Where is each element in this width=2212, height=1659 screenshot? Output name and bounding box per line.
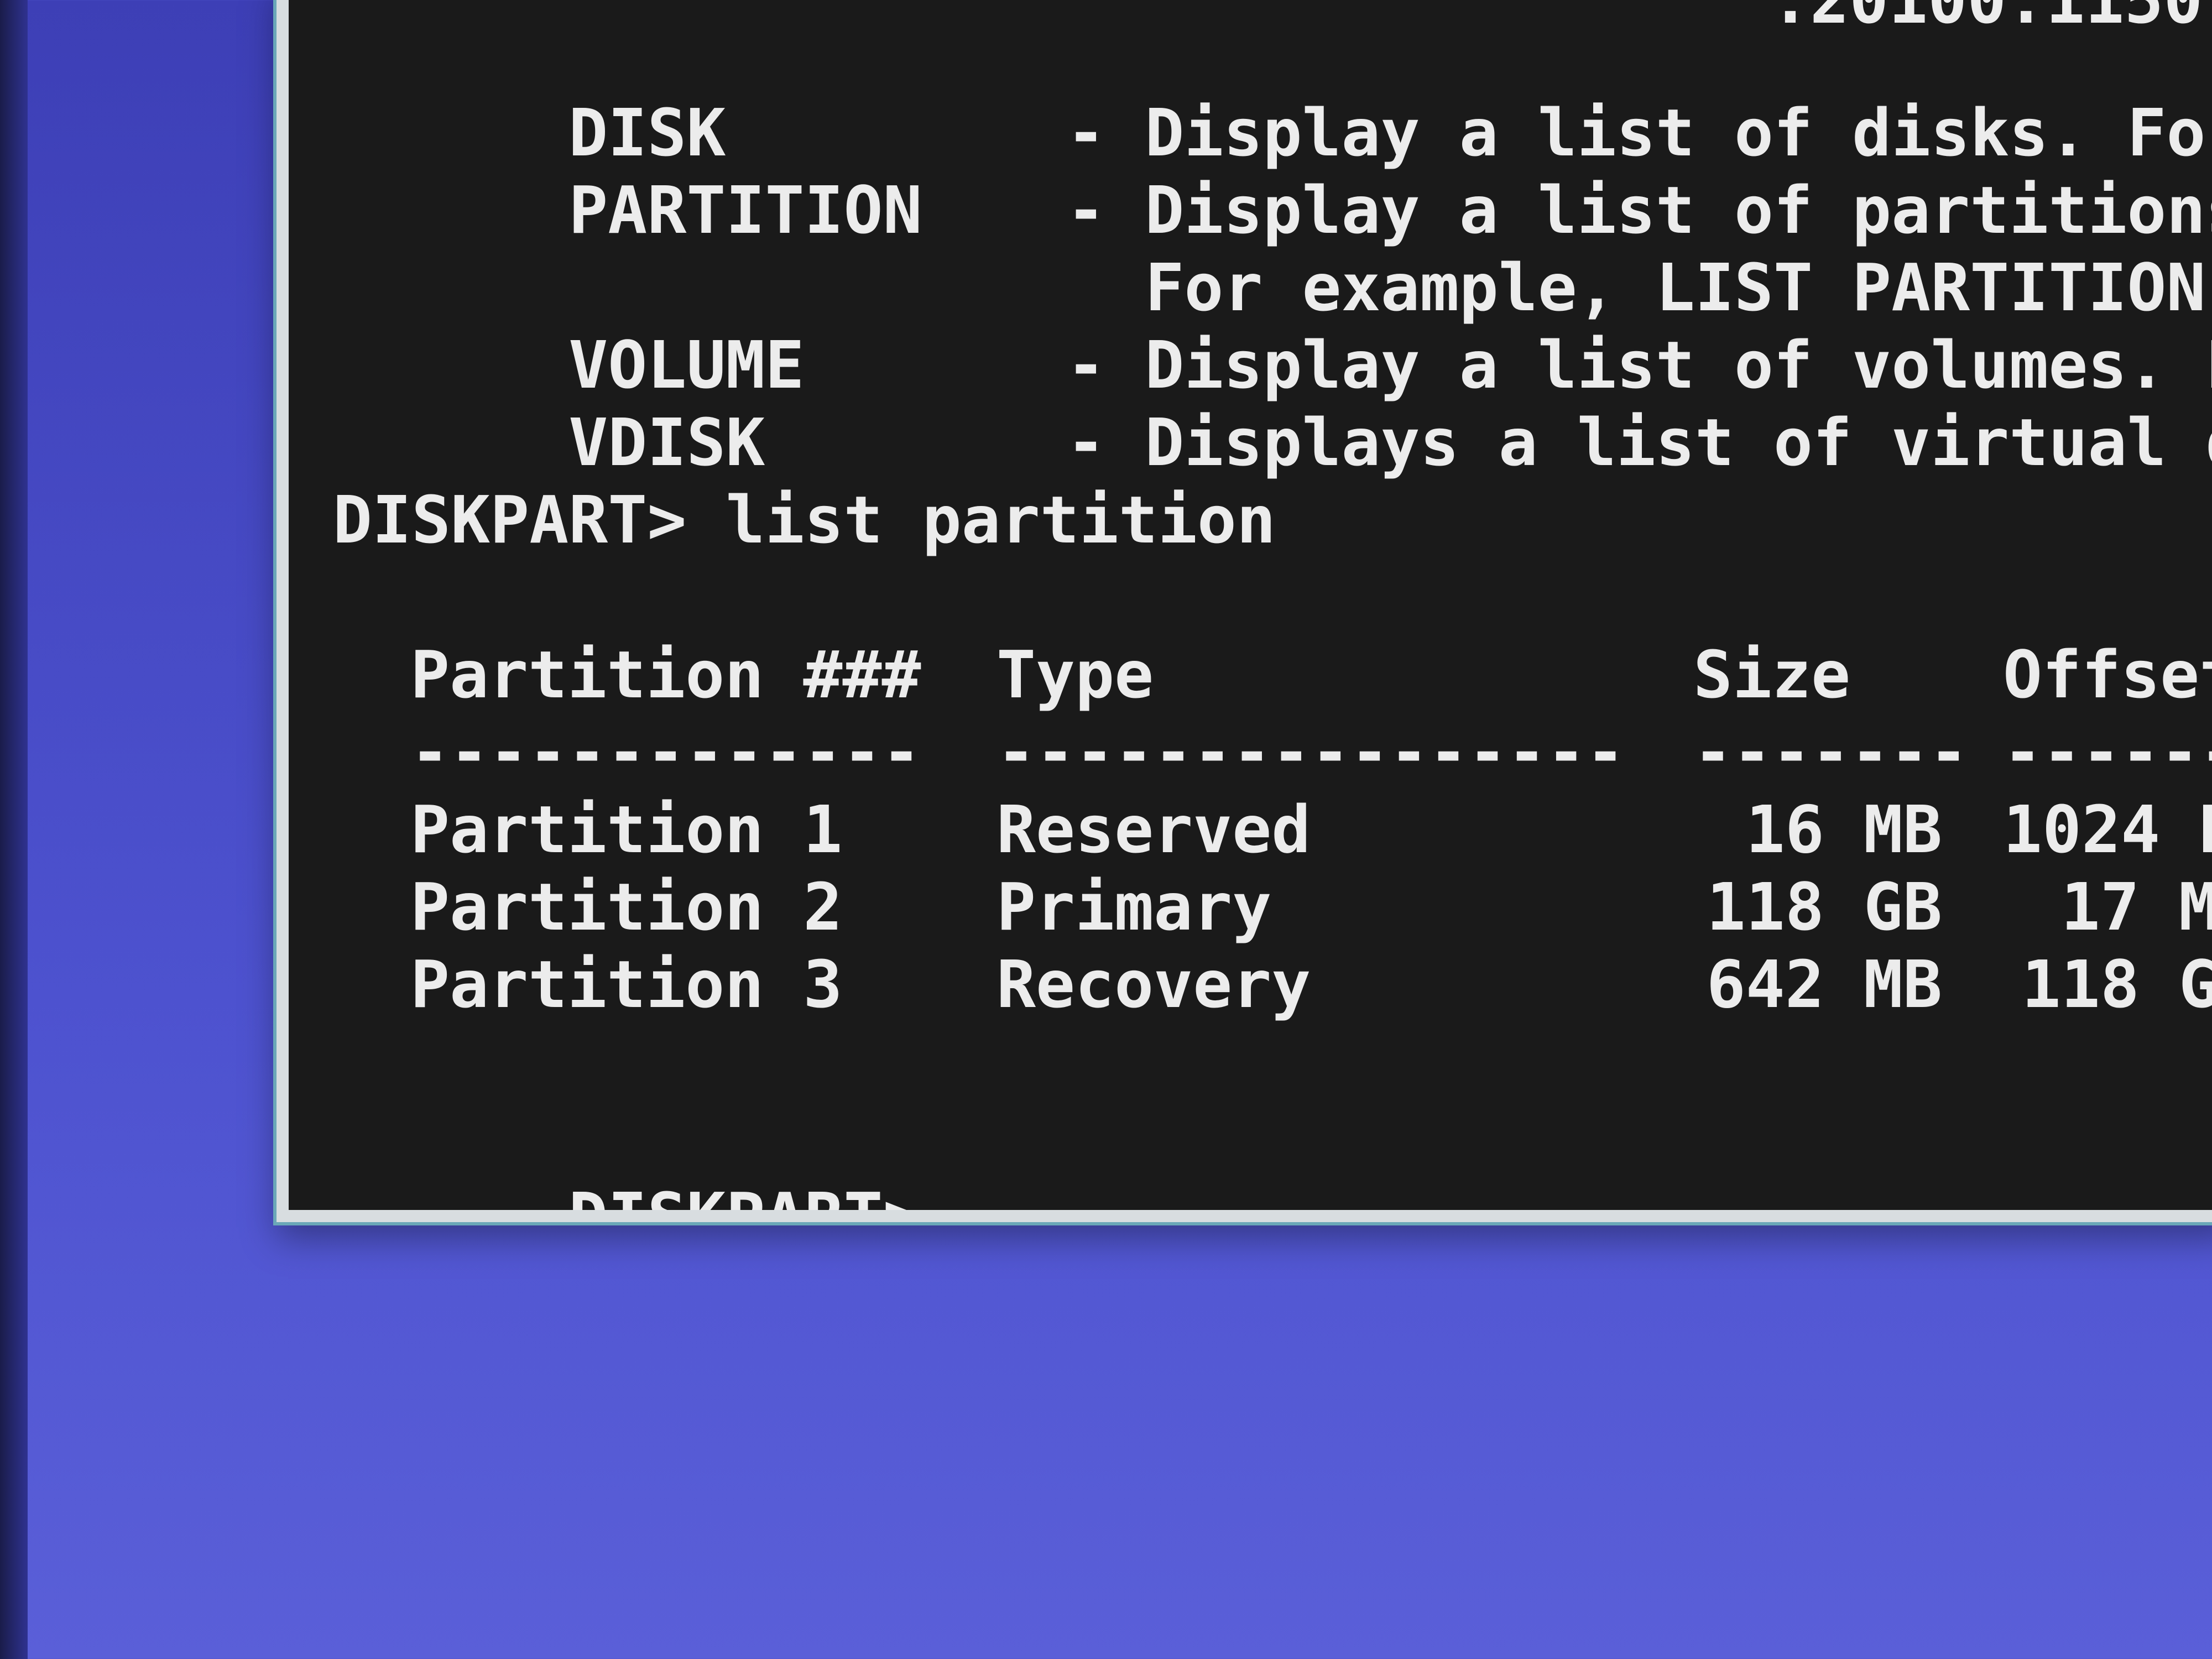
- table-header-offset: Offset: [2003, 637, 2212, 713]
- table-header-type: Type: [997, 637, 1154, 713]
- table-row-1-type: Reserved: [997, 791, 1311, 868]
- table-divider: -------------: [410, 714, 921, 790]
- table-row-2-size: 118 GB: [1706, 869, 1942, 945]
- monitor-bezel: [0, 0, 28, 1659]
- final-prompt-line[interactable]: DISKPART>: [333, 1100, 972, 1222]
- prompt-command-line: DISKPART> list partition: [333, 482, 1276, 558]
- table-header-size: Size: [1693, 637, 1851, 713]
- help-desc: - Displays a list of virtual disks.: [1066, 404, 2212, 481]
- table-divider: ----------------: [997, 714, 1625, 790]
- final-prompt: DISKPART>: [568, 1178, 922, 1222]
- help-cmd: VDISK: [568, 404, 765, 481]
- table-row-3-partition: Partition 3: [410, 946, 843, 1022]
- table-row-1-size: 16 MB: [1745, 791, 1942, 868]
- table-divider: -------: [1693, 714, 1969, 790]
- table-row-2-offset: 17 MB: [2060, 869, 2212, 945]
- table-divider: -------: [2003, 714, 2212, 790]
- diskpart-console-window[interactable]: .20100.1150 DISK - Display a list of disk…: [276, 0, 2212, 1222]
- table-row-1-partition: Partition 1: [410, 791, 843, 868]
- console-output: .20100.1150 DISK - Display a list of disk…: [333, 0, 2212, 1210]
- table-row-3-size: 642 MB: [1706, 946, 1942, 1022]
- table-row-1-offset: 1024 KB: [2003, 791, 2212, 868]
- table-row-3-type: Recovery: [997, 946, 1311, 1022]
- table-row-2-type: Primary: [997, 869, 1272, 945]
- table-header-partition: Partition ###: [410, 637, 921, 713]
- table-row-3-offset: 118 GB: [2021, 946, 2212, 1022]
- table-row-2-partition: Partition 2: [410, 869, 843, 945]
